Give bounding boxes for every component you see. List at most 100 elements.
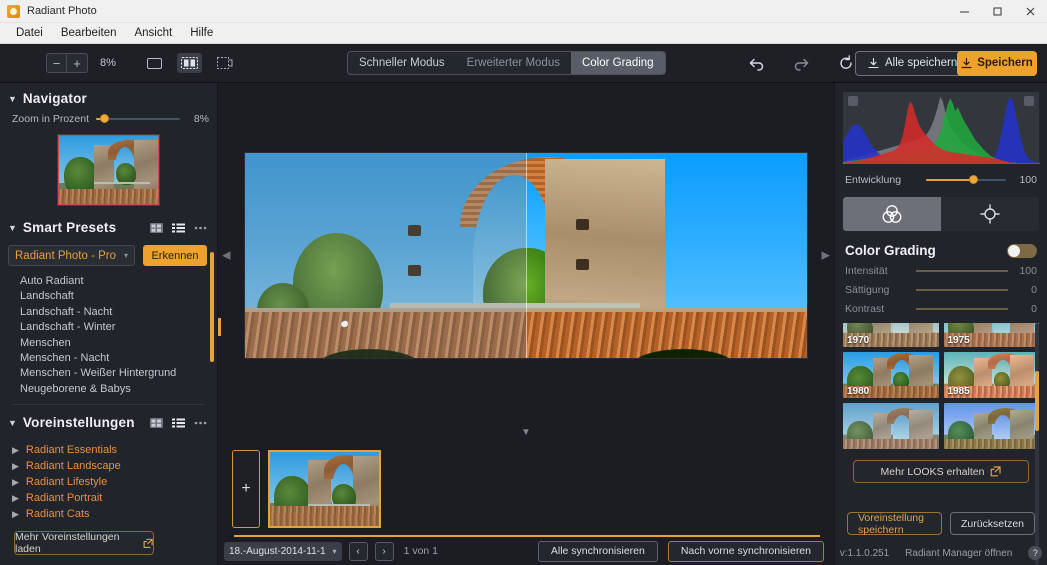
look-tile[interactable]: 1980 bbox=[843, 352, 939, 398]
navigator-thumbnail[interactable] bbox=[57, 134, 160, 206]
load-more-presets-label: Mehr Voreinstellungen laden bbox=[15, 531, 120, 555]
more-options-icon[interactable] bbox=[194, 226, 207, 230]
list-item[interactable]: ▶ Radiant Cats bbox=[8, 506, 217, 522]
sync-forward-button[interactable]: Nach vorne synchronisieren bbox=[667, 540, 824, 562]
list-item[interactable]: Landschaft bbox=[20, 289, 217, 304]
detect-button[interactable]: Erkennen bbox=[143, 245, 207, 266]
profile-select-value: Radiant Photo - Pro bbox=[15, 249, 117, 262]
list-view-icon[interactable] bbox=[172, 223, 185, 233]
save-all-button[interactable]: Alle speichern bbox=[855, 50, 971, 76]
before-after-preview[interactable] bbox=[245, 152, 807, 358]
history-controls bbox=[748, 55, 854, 71]
voreinstellungen-header[interactable]: ▼ Voreinstellungen bbox=[0, 405, 217, 434]
minimize-button[interactable] bbox=[948, 0, 981, 23]
crop-view-icon[interactable] bbox=[212, 53, 237, 73]
filmstrip-toolbar: 18.-August-2014-11-1 ▾ ‹ › 1 von 1 Alle … bbox=[218, 537, 834, 565]
look-tile[interactable] bbox=[943, 403, 1039, 449]
help-icon[interactable]: ? bbox=[1028, 546, 1043, 560]
development-slider[interactable] bbox=[926, 174, 1006, 186]
list-item-label: Radiant Lifestyle bbox=[25, 476, 108, 489]
list-item[interactable]: Menschen bbox=[20, 336, 217, 351]
grid-view-icon[interactable] bbox=[150, 417, 163, 428]
tab-color-grading[interactable]: Color Grading bbox=[570, 52, 665, 74]
collapse-right-panel-icon[interactable]: ▶ bbox=[822, 249, 830, 262]
filmstrip: + bbox=[218, 441, 834, 537]
menu-ansicht[interactable]: Ansicht bbox=[126, 25, 180, 41]
preset-list-scrollbar[interactable] bbox=[210, 252, 214, 362]
list-item[interactable]: ▶ Radiant Landscape bbox=[8, 458, 217, 474]
navigator-header[interactable]: ▼ Navigator bbox=[0, 83, 217, 110]
chevron-down-icon: ▾ bbox=[332, 546, 337, 556]
grid-view-icon[interactable] bbox=[150, 222, 163, 233]
list-item[interactable]: ▶ Radiant Essentials bbox=[8, 442, 217, 458]
prev-photo-button[interactable]: ‹ bbox=[348, 541, 368, 561]
list-item[interactable]: ▶ Radiant Portrait bbox=[8, 490, 217, 506]
reset-icon[interactable] bbox=[838, 55, 854, 71]
more-options-icon[interactable] bbox=[194, 421, 207, 425]
saturation-value: 0 bbox=[1031, 284, 1037, 296]
color-grading-toggle[interactable] bbox=[1007, 243, 1037, 258]
list-item[interactable]: Menschen - Weißer Hintergrund bbox=[20, 366, 217, 381]
list-item[interactable]: Landschaft - Winter bbox=[20, 320, 217, 335]
external-link-icon bbox=[143, 538, 153, 548]
look-tile[interactable]: 1975 bbox=[943, 323, 1039, 347]
single-view-icon[interactable] bbox=[142, 53, 167, 73]
menu-hilfe[interactable]: Hilfe bbox=[182, 25, 221, 41]
zoom-slider[interactable] bbox=[96, 113, 180, 125]
list-item[interactable]: Neugeborene & Babys bbox=[20, 382, 217, 397]
split-divider[interactable] bbox=[526, 152, 527, 358]
tab-erweiterter-modus[interactable]: Erweiterter Modus bbox=[456, 52, 571, 74]
list-item[interactable]: ▶ Radiant Lifestyle bbox=[8, 474, 217, 490]
menu-bearbeiten[interactable]: Bearbeiten bbox=[53, 25, 125, 41]
saturation-slider[interactable] bbox=[916, 285, 1008, 295]
list-item[interactable]: Landschaft - Nacht bbox=[20, 305, 217, 320]
zoom-in-button[interactable]: + bbox=[67, 53, 88, 73]
profile-select[interactable]: Radiant Photo - Pro ▾ bbox=[8, 245, 135, 266]
histogram[interactable] bbox=[843, 92, 1040, 164]
redo-icon[interactable] bbox=[793, 56, 810, 71]
smart-preset-list: Auto Radiant Landschaft Landschaft - Nac… bbox=[0, 252, 217, 397]
reset-button[interactable]: Zurücksetzen bbox=[949, 512, 1035, 535]
chevron-right-icon: ▶ bbox=[12, 444, 19, 455]
next-photo-button[interactable]: › bbox=[374, 541, 394, 561]
save-button[interactable]: Speichern bbox=[957, 50, 1037, 76]
look-tile[interactable] bbox=[843, 403, 939, 449]
list-view-icon[interactable] bbox=[172, 418, 185, 428]
sync-all-button[interactable]: Alle synchronisieren bbox=[537, 540, 658, 562]
split-view-icon[interactable] bbox=[176, 53, 202, 73]
tab-schneller-modus[interactable]: Schneller Modus bbox=[348, 52, 456, 74]
intensity-slider[interactable] bbox=[916, 266, 1008, 276]
list-item[interactable]: Auto Radiant bbox=[20, 274, 217, 289]
navigator-zoom-row: Zoom in Prozent 8% bbox=[0, 110, 217, 125]
add-photo-button[interactable]: + bbox=[232, 450, 260, 528]
more-looks-button[interactable]: Mehr LOOKS erhalten bbox=[853, 460, 1029, 483]
target-crosshair-icon[interactable] bbox=[941, 197, 1039, 231]
filmstrip-toggle-icon[interactable]: ▼ bbox=[218, 427, 834, 441]
zoom-slider-label: Zoom in Prozent bbox=[12, 113, 90, 125]
filmstrip-thumbnail[interactable] bbox=[268, 450, 381, 528]
maximize-button[interactable] bbox=[981, 0, 1014, 23]
menu-datei[interactable]: Datei bbox=[8, 25, 51, 41]
looks-scrollbar-thumb[interactable] bbox=[1035, 371, 1039, 431]
radiant-manager-link[interactable]: Radiant Manager öffnen bbox=[905, 548, 1012, 559]
load-more-presets-button[interactable]: Mehr Voreinstellungen laden bbox=[14, 531, 154, 555]
file-select[interactable]: 18.-August-2014-11-1 ▾ bbox=[224, 541, 342, 561]
filmstrip-thumbnail-image bbox=[270, 452, 379, 526]
save-preset-button[interactable]: Voreinstellung speichern bbox=[847, 512, 942, 536]
look-tile[interactable]: 1985 bbox=[943, 352, 1039, 398]
look-tile[interactable]: 1970 bbox=[843, 323, 939, 347]
collapse-left-panel-icon[interactable]: ◀ bbox=[222, 249, 230, 262]
close-button[interactable] bbox=[1014, 0, 1047, 23]
save-all-label: Alle speichern bbox=[885, 57, 958, 69]
photo-canvas[interactable]: ◀ ▶ bbox=[218, 83, 834, 427]
look-name: 1985 bbox=[947, 386, 970, 397]
list-item[interactable]: Menschen - Nacht bbox=[20, 351, 217, 366]
look-name: 1975 bbox=[947, 335, 970, 346]
color-wheels-icon[interactable] bbox=[843, 197, 941, 231]
smart-presets-header[interactable]: ▼ Smart Presets bbox=[0, 206, 217, 239]
version-label: v:1.1.0.251 bbox=[839, 547, 890, 559]
saturation-label: Sättigung bbox=[845, 284, 890, 296]
undo-icon[interactable] bbox=[748, 56, 765, 71]
contrast-slider[interactable] bbox=[916, 304, 1008, 314]
zoom-out-button[interactable]: − bbox=[46, 53, 67, 73]
